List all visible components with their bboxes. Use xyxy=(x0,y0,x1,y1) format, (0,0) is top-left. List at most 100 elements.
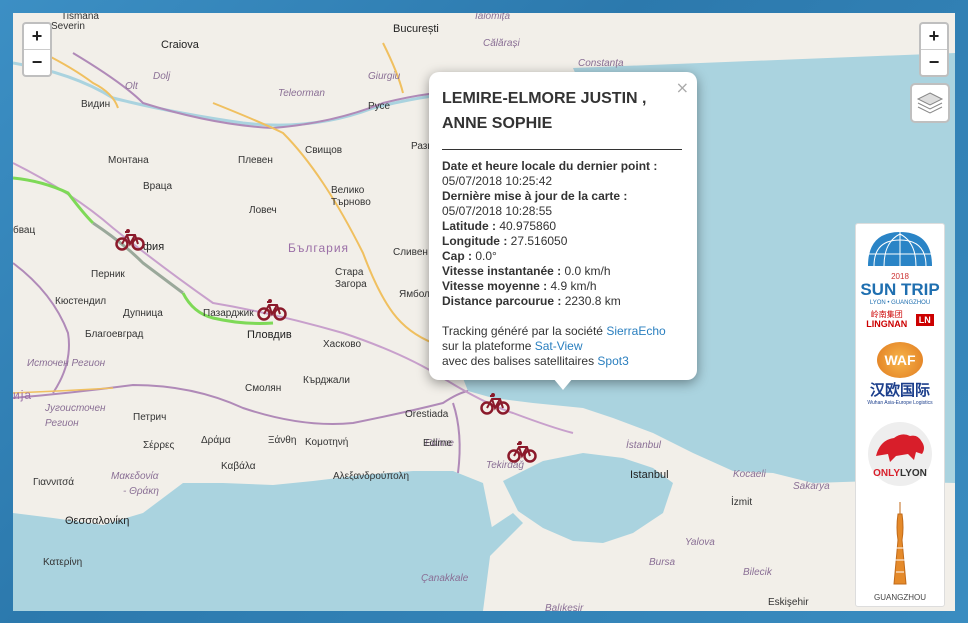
map-label: İstanbul xyxy=(626,440,662,451)
map-label: Свищов xyxy=(305,145,343,156)
map-label: Русе xyxy=(368,101,391,112)
road-2 xyxy=(212,102,434,344)
map-label: Αλεξανδρούπολη xyxy=(333,471,410,482)
hanou-text: 汉欧国际 xyxy=(869,382,930,399)
popup-footer-link[interactable]: SierraEcho xyxy=(606,324,665,338)
popup-info-value: 05/07/2018 10:28:55 xyxy=(442,204,553,218)
map-label: Петрич xyxy=(133,412,167,423)
map-label: Kocaeli xyxy=(733,469,766,480)
popup-info: Date et heure locale du dernier point :0… xyxy=(442,159,687,309)
map-label: Çanakkale xyxy=(421,573,469,584)
popup-footer-line: sur la plateforme Sat-View xyxy=(442,339,687,354)
zoom-out-button-left[interactable]: − xyxy=(24,49,50,75)
popup-info-row: Vitesse instantanée : 0.0 km/h xyxy=(442,264,687,279)
layers-button[interactable] xyxy=(910,83,950,123)
map-label: Κατερίνη xyxy=(43,557,83,568)
map-label: Craiova xyxy=(161,39,199,51)
popup-footer: Tracking généré par la société SierraEch… xyxy=(442,324,687,369)
bike-marker[interactable] xyxy=(115,229,145,251)
road-3 xyxy=(382,42,404,94)
lion-icon xyxy=(876,434,924,462)
popup-info-label: Date et heure locale du dernier point : xyxy=(442,159,658,173)
map-label: Olt xyxy=(125,81,138,92)
popup-tip xyxy=(553,378,573,390)
popup-footer-text: sur la plateforme xyxy=(442,339,535,353)
waf-badge: WAF xyxy=(877,342,923,378)
bike-marker[interactable] xyxy=(257,299,287,321)
popup-info-label: Distance parcourue : xyxy=(442,294,562,308)
map-label: Θεσσαλονίκη xyxy=(65,515,130,527)
map-label: Перник xyxy=(91,269,125,280)
popup-footer-text: Tracking généré par la société xyxy=(442,324,607,338)
guangzhou-logo[interactable]: GUANGZHOU xyxy=(856,500,944,603)
map-label: Dolj xyxy=(153,71,171,82)
only-text: ONLY xyxy=(873,468,900,479)
map-label: Загора xyxy=(335,279,367,290)
bike-marker[interactable] xyxy=(480,393,510,415)
hanou-sub: Wuhan Asia-Europe Logistics xyxy=(867,400,933,406)
map-label: Враца xyxy=(143,181,173,192)
onlylyon-logo[interactable]: ONLYLYON xyxy=(856,422,944,486)
popup-info-row: Distance parcourue : 2230.8 km xyxy=(442,294,687,309)
map-label: Severin xyxy=(51,21,85,32)
map-label: Eskişehir xyxy=(768,597,809,608)
border-bg-mk xyxy=(13,262,70,394)
map-label: Источен Регион xyxy=(27,358,106,369)
lingnan-cn: 岭南集团 xyxy=(870,310,903,319)
zoom-in-button-right[interactable]: + xyxy=(921,24,947,49)
popup-info-label: Latitude : xyxy=(442,219,496,233)
lingnan-logo[interactable]: 岭南集团 LINGNAN LN xyxy=(856,310,944,329)
popup-footer-link[interactable]: Spot3 xyxy=(597,354,628,368)
popup-title: LEMIRE-ELMORE JUSTIN , ANNE SOPHIE xyxy=(442,90,647,132)
map-label: İzmit xyxy=(731,497,753,508)
popup-footer-text: avec des balises satellitaires xyxy=(442,354,598,368)
popup-info-value: 27.516050 xyxy=(507,234,568,248)
popup-info-value: 0.0 km/h xyxy=(561,264,611,278)
popup-info-label: Vitesse moyenne : xyxy=(442,279,548,293)
popup-info-label: Dernière mise à jour de la carte : xyxy=(442,189,628,203)
map-label: Bursa xyxy=(649,557,676,568)
popup-info-row: Longitude : 27.516050 xyxy=(442,234,687,249)
popup-footer-link[interactable]: Sat-View xyxy=(535,339,583,353)
map-label: Дупница xyxy=(123,308,163,319)
waf-logo[interactable]: WAF 汉欧国际 Wuhan Asia-Europe Logistics xyxy=(856,342,944,407)
suntrip-sub: LYON • GUANGZHOU xyxy=(869,300,931,306)
map-label: Пазарджик xyxy=(203,308,254,319)
map-label: Смолян xyxy=(245,383,282,394)
popup-info-row: Date et heure locale du dernier point :0… xyxy=(442,159,687,189)
popup-footer-line: Tracking généré par la société SierraEch… xyxy=(442,324,687,339)
lingnan-text: LINGNAN xyxy=(866,319,908,329)
zoom-out-button-right[interactable]: − xyxy=(921,49,947,75)
ln-badge: LN xyxy=(915,313,934,326)
sea-of-marmara xyxy=(503,453,673,543)
map-label: Пловдив xyxy=(247,329,292,341)
map-label: Μακεδονία xyxy=(111,471,159,482)
zoom-control-left: + − xyxy=(22,22,52,77)
map-label: Југоисточен xyxy=(45,403,106,414)
map-label: București xyxy=(393,23,439,35)
map-label: Sakarya xyxy=(793,481,830,492)
popup-info-label: Longitude : xyxy=(442,234,508,248)
map-label: Constanța xyxy=(578,58,624,69)
map-label: Регион xyxy=(45,418,79,429)
map-label: Σέρρες xyxy=(143,440,175,451)
zoom-in-button-left[interactable]: + xyxy=(24,24,50,49)
popup-info-label: Vitesse instantanée : xyxy=(442,264,562,278)
thermaic-gulf xyxy=(73,543,163,611)
map-label: Монтана xyxy=(108,155,149,166)
map-label: Balıkesir xyxy=(545,603,584,611)
popup-info-value: 0.0° xyxy=(472,249,497,263)
map-label: фия xyxy=(143,241,165,253)
map-label: Ямбол xyxy=(399,289,430,300)
map-label: Ξάνθη xyxy=(268,435,297,446)
bike-marker[interactable] xyxy=(507,441,537,463)
map-label: Orestiada xyxy=(405,409,449,420)
popup-info-row: Vitesse moyenne : 4.9 km/h xyxy=(442,279,687,294)
popup-info-value: 05/07/2018 10:25:42 xyxy=(442,174,553,188)
map-label: Кърджали xyxy=(303,375,350,386)
map-label: Κομοτηνή xyxy=(305,437,349,448)
map-label: Плевен xyxy=(238,155,273,166)
map-label: Teleorman xyxy=(278,88,325,99)
map-label: Ловеч xyxy=(249,205,277,216)
suntrip-logo[interactable]: 2018 SUN TRIP LYON • GUANGZHOU xyxy=(856,228,944,307)
